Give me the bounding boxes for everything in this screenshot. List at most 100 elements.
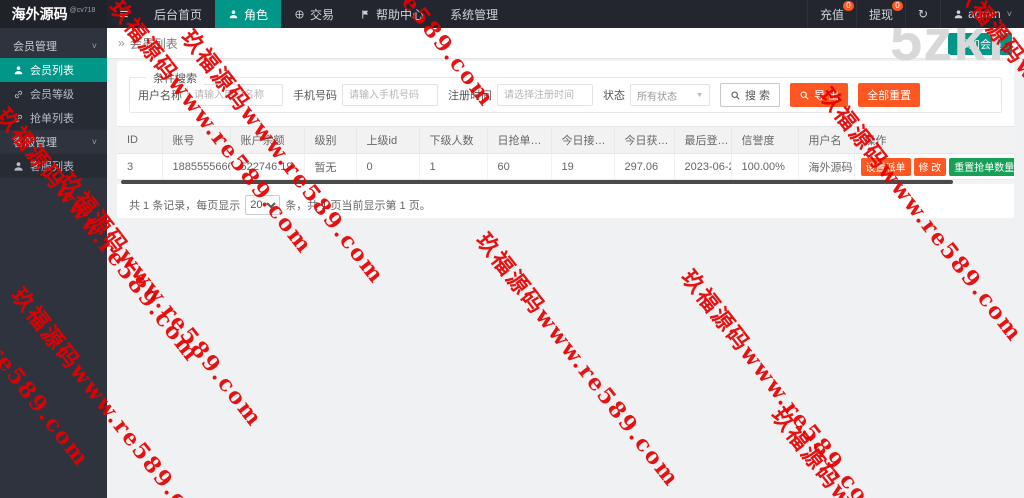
topbar-right: 充值 0 提现 0 ↻ admin ˅ — [806, 0, 1024, 28]
register-time-input[interactable] — [497, 84, 593, 106]
table-row: 318855556666522746.19暂无016019297.062023-… — [117, 153, 1014, 180]
table-header-row: ID账号账户余额级别上级id下级人数日抢单最大量今日接单数量今日获佣金最后登录时… — [117, 126, 1014, 154]
column-header-5: 下级人数 — [419, 126, 488, 154]
sidebar-submenu: 客服列表 — [0, 154, 107, 178]
top-nav-item-1[interactable]: 角色 — [215, 0, 282, 28]
sidebar-item-0-2[interactable]: 抢单列表 — [0, 106, 107, 130]
search-icon — [800, 90, 809, 100]
status-label: 状态 — [603, 90, 625, 102]
sidebar-item-label: 客服列表 — [30, 161, 74, 173]
reset-grab-count-button[interactable]: 重置抢单数量 — [949, 157, 1014, 176]
notification-badge: 0 — [842, 1, 854, 11]
username-field-group: 用户名称 — [138, 84, 283, 106]
user-name: admin — [968, 7, 1001, 21]
quick-link-0[interactable]: 充值 0 — [806, 0, 856, 28]
username-input[interactable] — [187, 84, 283, 106]
column-header-7: 今日接单数量 — [551, 126, 615, 154]
username-label: 用户名称 — [138, 90, 182, 102]
member-list-card: 条件搜索 用户名称 手机号码 注册时间 状态 所有状态 ▼ 搜 索 — [117, 61, 1014, 218]
export-button[interactable]: 导 出 — [790, 83, 849, 107]
globe-icon — [295, 9, 304, 19]
quick-links: 充值 0 提现 0 — [806, 0, 905, 28]
top-nav: 后台首页 角色 交易 帮助中心 系统管理 — [141, 0, 511, 28]
table-cell: 3 — [117, 153, 163, 180]
table-cell: 暂无 — [304, 153, 357, 180]
sidebar-item-label: 会员列表 — [30, 65, 74, 77]
phone-input[interactable] — [342, 84, 438, 106]
column-header-9: 最后登录时... — [674, 126, 732, 154]
page-size-select[interactable]: 20 — [245, 195, 281, 215]
quick-link-label: 提现 — [868, 7, 893, 22]
scrollbar-thumb[interactable] — [121, 180, 953, 184]
select-caret-icon: ▼ — [696, 91, 703, 99]
status-select-value: 所有状态 — [637, 91, 677, 103]
hamburger-menu-icon[interactable]: ≡ — [107, 0, 141, 28]
sidebar-group-label: 会员管理 — [13, 41, 57, 53]
user-icon — [954, 9, 963, 18]
phone-label: 手机号码 — [293, 90, 337, 102]
status-select[interactable]: 所有状态 ▼ — [630, 84, 710, 106]
pagination-text-2: 条，共 1 页当前显示第 1 页。 — [285, 200, 431, 212]
app-logo-sup: @cv718 — [69, 6, 96, 14]
table-cell: 海外源码 — [798, 153, 855, 180]
user-icon — [229, 9, 238, 18]
link-icon — [14, 90, 23, 98]
quick-link-1[interactable]: 提现 0 — [855, 0, 905, 28]
sidebar-submenu: 会员列表会员等级抢单列表 — [0, 58, 107, 130]
search-icon — [731, 90, 740, 100]
set-dispatch-button[interactable]: 设置派单 — [860, 157, 911, 176]
top-nav-item-label: 系统管理 — [450, 7, 499, 22]
sidebar-item-1-0[interactable]: 客服列表 — [0, 154, 107, 178]
app-logo-text: 海外源码 — [11, 6, 68, 22]
sidebar-group-0[interactable]: 会员管理 ˅ — [0, 34, 107, 58]
top-nav-item-label: 角色 — [244, 7, 269, 22]
pagination-text-1: 共 1 条记录，每页显示 — [129, 200, 241, 212]
member-table: ID账号账户余额级别上级id下级人数日抢单最大量今日接单数量今日获佣金最后登录时… — [117, 126, 1014, 180]
table-cell: 18855556666 — [162, 153, 231, 180]
search-panel-title: 条件搜索 — [146, 70, 204, 86]
table-cell: 2023-06-2... — [674, 153, 732, 180]
user-menu[interactable]: admin ˅ — [940, 0, 1024, 28]
table-cell: 19 — [551, 153, 615, 180]
register-time-field-group: 注册时间 — [448, 84, 593, 106]
top-nav-item-3[interactable]: 帮助中心 — [347, 0, 437, 28]
status-field-group: 状态 所有状态 ▼ — [603, 84, 710, 106]
refresh-icon[interactable]: ↻ — [904, 0, 940, 28]
breadcrumb-bar: » 会员列表 添加会员 — [107, 28, 1024, 59]
sidebar-item-0-1[interactable]: 会员等级 — [0, 82, 107, 106]
horizontal-scrollbar[interactable] — [117, 180, 1014, 184]
table-cell: 1 — [419, 153, 488, 180]
link-icon — [14, 114, 23, 122]
column-header-4: 上级id — [356, 126, 420, 154]
top-nav-item-0[interactable]: 后台首页 — [141, 0, 215, 28]
table-cell: 0 — [356, 153, 420, 180]
table-cell: 100.00% — [731, 153, 799, 180]
flag-icon — [362, 9, 369, 19]
phone-field-group: 手机号码 — [293, 84, 438, 106]
sidebar-group-label: 客服管理 — [13, 137, 57, 149]
notification-badge: 0 — [891, 1, 903, 11]
column-header-10: 信誉度 — [731, 126, 799, 154]
table-cell: 297.06 — [614, 153, 675, 180]
edit-button[interactable]: 修 改 — [913, 157, 947, 176]
column-header-11: 用户名 — [798, 126, 855, 154]
search-button[interactable]: 搜 索 — [720, 83, 781, 107]
sidebar-item-0-0[interactable]: 会员列表 — [0, 58, 107, 82]
top-nav-item-label: 帮助中心 — [376, 7, 425, 22]
top-nav-item-2[interactable]: 交易 — [281, 0, 347, 28]
chevron-down-icon: ˅ — [91, 41, 97, 51]
column-header-6: 日抢单最大量 — [487, 126, 552, 154]
add-member-button[interactable]: 添加会员 — [948, 33, 1012, 55]
top-nav-item-4[interactable]: 系统管理 — [437, 0, 511, 28]
chevron-down-icon: ˅ — [91, 137, 97, 147]
search-form: 用户名称 手机号码 注册时间 状态 所有状态 ▼ 搜 索 导 出 全部重置 — [130, 78, 1001, 112]
breadcrumb: 会员列表 — [129, 36, 178, 51]
sidebar-item-label: 抢单列表 — [30, 113, 74, 125]
row-actions-cell: 设置派单修 改重置抢单数量... — [854, 153, 1014, 180]
table-cell: 60 — [487, 153, 552, 180]
sidebar-group-1[interactable]: 客服管理 ˅ — [0, 130, 107, 154]
register-time-label: 注册时间 — [448, 90, 492, 102]
column-header-2: 账户余额 — [230, 126, 305, 154]
quick-link-label: 充值 — [819, 7, 844, 22]
reset-all-button[interactable]: 全部重置 — [858, 83, 921, 107]
